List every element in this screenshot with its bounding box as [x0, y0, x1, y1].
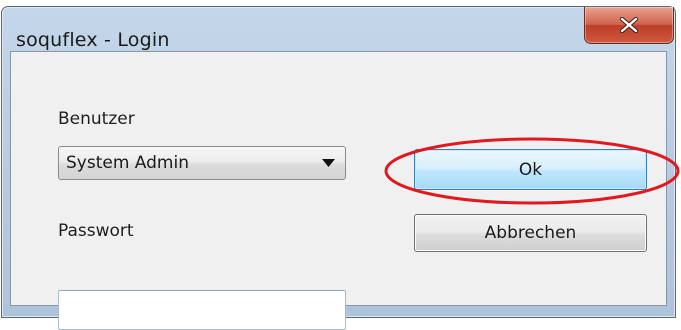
ok-button[interactable]: Ok — [414, 149, 647, 190]
dialog-title: soquflex - Login — [16, 29, 170, 51]
user-label: Benutzer — [58, 109, 135, 129]
chevron-down-icon — [322, 159, 335, 167]
cancel-button[interactable]: Abbrechen — [414, 214, 647, 252]
user-select-value: System Admin — [66, 153, 189, 173]
user-select[interactable]: System Admin — [58, 146, 346, 180]
dialog-body: Benutzer System Admin Passwort Ok Abbrec… — [10, 51, 680, 330]
close-icon — [619, 17, 639, 33]
close-button[interactable] — [584, 7, 674, 44]
password-label: Passwort — [58, 221, 134, 241]
login-dialog: soquflex - Login Benutzer System Admin P… — [1, 6, 680, 330]
password-field[interactable] — [58, 290, 346, 330]
